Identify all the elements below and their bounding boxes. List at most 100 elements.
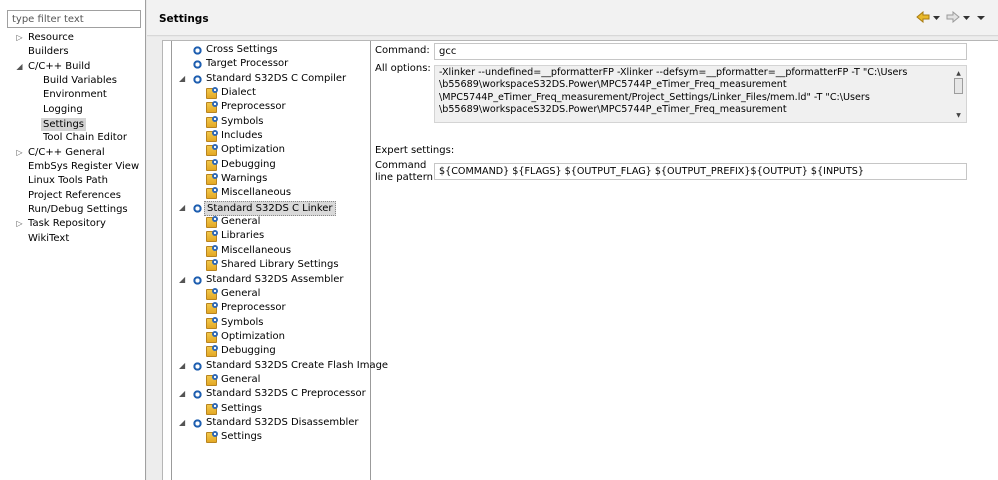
option-folder-icon <box>206 187 218 200</box>
tree-node-label: Cross Settings <box>206 44 278 55</box>
tool-node[interactable]: Target Processor <box>172 57 370 71</box>
property-nav-list: ▷ Resource Builders ◢ C/C++ Build Build Varia… <box>0 31 146 246</box>
tool-node[interactable]: ◢ Standard S32DS C Preprocessor <box>172 387 370 401</box>
option-folder-icon <box>206 302 218 315</box>
tool-node[interactable]: ◢ Standard S32DS Assembler <box>172 273 370 287</box>
tool-option-node[interactable]: Miscellaneous <box>172 244 370 258</box>
tool-node[interactable]: Cross Settings <box>172 43 370 57</box>
nav-item[interactable]: Builders <box>0 45 146 59</box>
tool-option-node[interactable]: Miscellaneous <box>172 186 370 200</box>
tool-properties-panel: Command: gcc All options: -Xlinker --und… <box>375 41 985 480</box>
scroll-down-icon[interactable]: ▼ <box>953 110 964 122</box>
nav-item[interactable]: EmbSys Register View <box>0 160 146 174</box>
tool-option-node[interactable]: Preprocessor <box>172 100 370 114</box>
tool-option-node[interactable]: Warnings <box>172 172 370 186</box>
nav-item-label: Build Variables <box>43 75 117 87</box>
tree-node-label: Preprocessor <box>221 101 286 113</box>
tool-option-node[interactable]: Preprocessor <box>172 301 370 315</box>
tool-gear-icon <box>192 274 203 286</box>
nav-item-label: Task Repository <box>28 218 106 230</box>
option-folder-icon <box>206 287 218 300</box>
collapse-toggle-icon[interactable]: ◢ <box>179 273 185 287</box>
forward-arrow-icon[interactable] <box>946 10 960 26</box>
tree-node-label: Warnings <box>221 173 268 185</box>
tool-option-node[interactable]: General <box>172 373 370 387</box>
tool-option-node[interactable]: Libraries <box>172 229 370 243</box>
tree-node-label: Includes <box>221 130 263 142</box>
command-field[interactable]: gcc <box>434 43 967 60</box>
nav-item[interactable]: ▷ C/C++ General <box>0 146 146 160</box>
nav-item[interactable]: Tool Chain Editor <box>0 131 146 145</box>
expand-toggle-icon[interactable]: ◢ <box>15 60 24 74</box>
collapse-toggle-icon[interactable]: ◢ <box>179 201 185 215</box>
tool-node[interactable]: ◢ Standard S32DS Create Flash Image <box>172 359 388 373</box>
tree-node-label: Standard S32DS C Compiler <box>206 72 347 84</box>
expert-settings-label: Expert settings: <box>375 145 455 156</box>
settings-main: Cross Settings Target Processor ◢ Standard … <box>147 37 998 480</box>
expand-toggle-icon[interactable]: ▷ <box>15 217 24 231</box>
tool-option-node[interactable]: Debugging <box>172 344 370 358</box>
tree-node-label: General <box>221 373 261 385</box>
tool-option-node[interactable]: Symbols <box>172 115 370 129</box>
back-dropdown-icon[interactable] <box>933 11 940 26</box>
nav-item[interactable]: ▷ Task Repository <box>0 217 146 231</box>
nav-item[interactable]: Linux Tools Path <box>0 174 146 188</box>
tree-node-label: Standard S32DS Create Flash Image <box>206 359 389 371</box>
nav-item[interactable]: Environment <box>0 88 146 102</box>
nav-item[interactable]: Run/Debug Settings <box>0 203 146 217</box>
tree-node-label: Optimization <box>221 144 285 156</box>
tool-option-node[interactable]: Optimization <box>172 330 370 344</box>
tree-node-label: General <box>221 287 261 299</box>
pattern-label-line2: line pattern: <box>375 172 437 183</box>
page-header: Settings <box>147 0 998 36</box>
scroll-thumb[interactable] <box>954 78 963 94</box>
tool-option-node[interactable]: Settings <box>172 402 370 416</box>
expand-toggle-icon[interactable]: ▷ <box>15 146 24 160</box>
tool-gear-icon <box>192 417 203 429</box>
tree-node-label: Standard S32DS C Linker <box>204 201 336 217</box>
option-folder-icon <box>206 373 218 386</box>
back-arrow-icon[interactable] <box>916 10 930 26</box>
all-options-textarea[interactable]: -Xlinker --undefined=__pformatterFP -Xli… <box>434 65 967 123</box>
tool-option-node[interactable]: Shared Library Settings <box>172 258 370 272</box>
all-options-scrollbar[interactable]: ▲ ▼ <box>953 68 964 122</box>
command-line-pattern-field[interactable]: ${COMMAND} ${FLAGS} ${OUTPUT_FLAG} ${OUT… <box>434 163 967 180</box>
option-folder-icon <box>206 87 218 100</box>
tree-node-label: Symbols <box>221 115 264 127</box>
collapse-toggle-icon[interactable]: ◢ <box>179 359 185 373</box>
tool-option-node[interactable]: Symbols <box>172 316 370 330</box>
tool-gear-icon <box>192 73 203 85</box>
tool-node[interactable]: ◢ Standard S32DS Disassembler <box>172 416 370 430</box>
collapse-toggle-icon[interactable]: ◢ <box>179 387 185 401</box>
nav-item[interactable]: Logging <box>0 103 146 117</box>
tool-option-node[interactable]: Dialect <box>172 86 370 100</box>
forward-dropdown-icon[interactable] <box>963 11 970 26</box>
tool-option-node[interactable]: General <box>172 287 370 301</box>
tool-option-node[interactable]: Settings <box>172 430 370 444</box>
filter-input[interactable] <box>7 10 141 28</box>
nav-item[interactable]: Settings <box>0 117 146 131</box>
tool-gear-icon <box>192 59 203 71</box>
nav-item[interactable]: ▷ Resource <box>0 31 146 45</box>
nav-item[interactable]: ◢ C/C++ Build <box>0 60 146 74</box>
tool-option-node[interactable]: Debugging <box>172 158 370 172</box>
nav-item[interactable]: WikiText <box>0 232 146 246</box>
nav-item[interactable]: Build Variables <box>0 74 146 88</box>
collapse-toggle-icon[interactable]: ◢ <box>179 416 185 430</box>
tool-option-node[interactable]: General <box>172 215 370 229</box>
tool-gear-icon <box>192 360 203 372</box>
tree-node-label: Shared Library Settings <box>221 259 339 271</box>
nav-item[interactable]: Project References <box>0 189 146 203</box>
view-menu-icon[interactable] <box>977 11 985 26</box>
tool-node[interactable]: ◢ Standard S32DS C Compiler <box>172 72 370 86</box>
expand-toggle-icon[interactable]: ▷ <box>15 31 24 45</box>
tool-node[interactable]: ◢ Standard S32DS C Linker <box>172 201 370 217</box>
command-label: Command: <box>375 45 430 56</box>
nav-item-label: Project References <box>28 189 121 201</box>
collapse-toggle-icon[interactable]: ◢ <box>179 72 185 86</box>
tree-node-label: Preprocessor <box>221 302 286 314</box>
tool-option-node[interactable]: Includes <box>172 129 370 143</box>
all-options-line: \MPC5744P_eTimer_Freq_measurement/Projec… <box>439 91 870 103</box>
nav-item-label: EmbSys Register View <box>28 161 140 173</box>
tool-option-node[interactable]: Optimization <box>172 143 370 157</box>
